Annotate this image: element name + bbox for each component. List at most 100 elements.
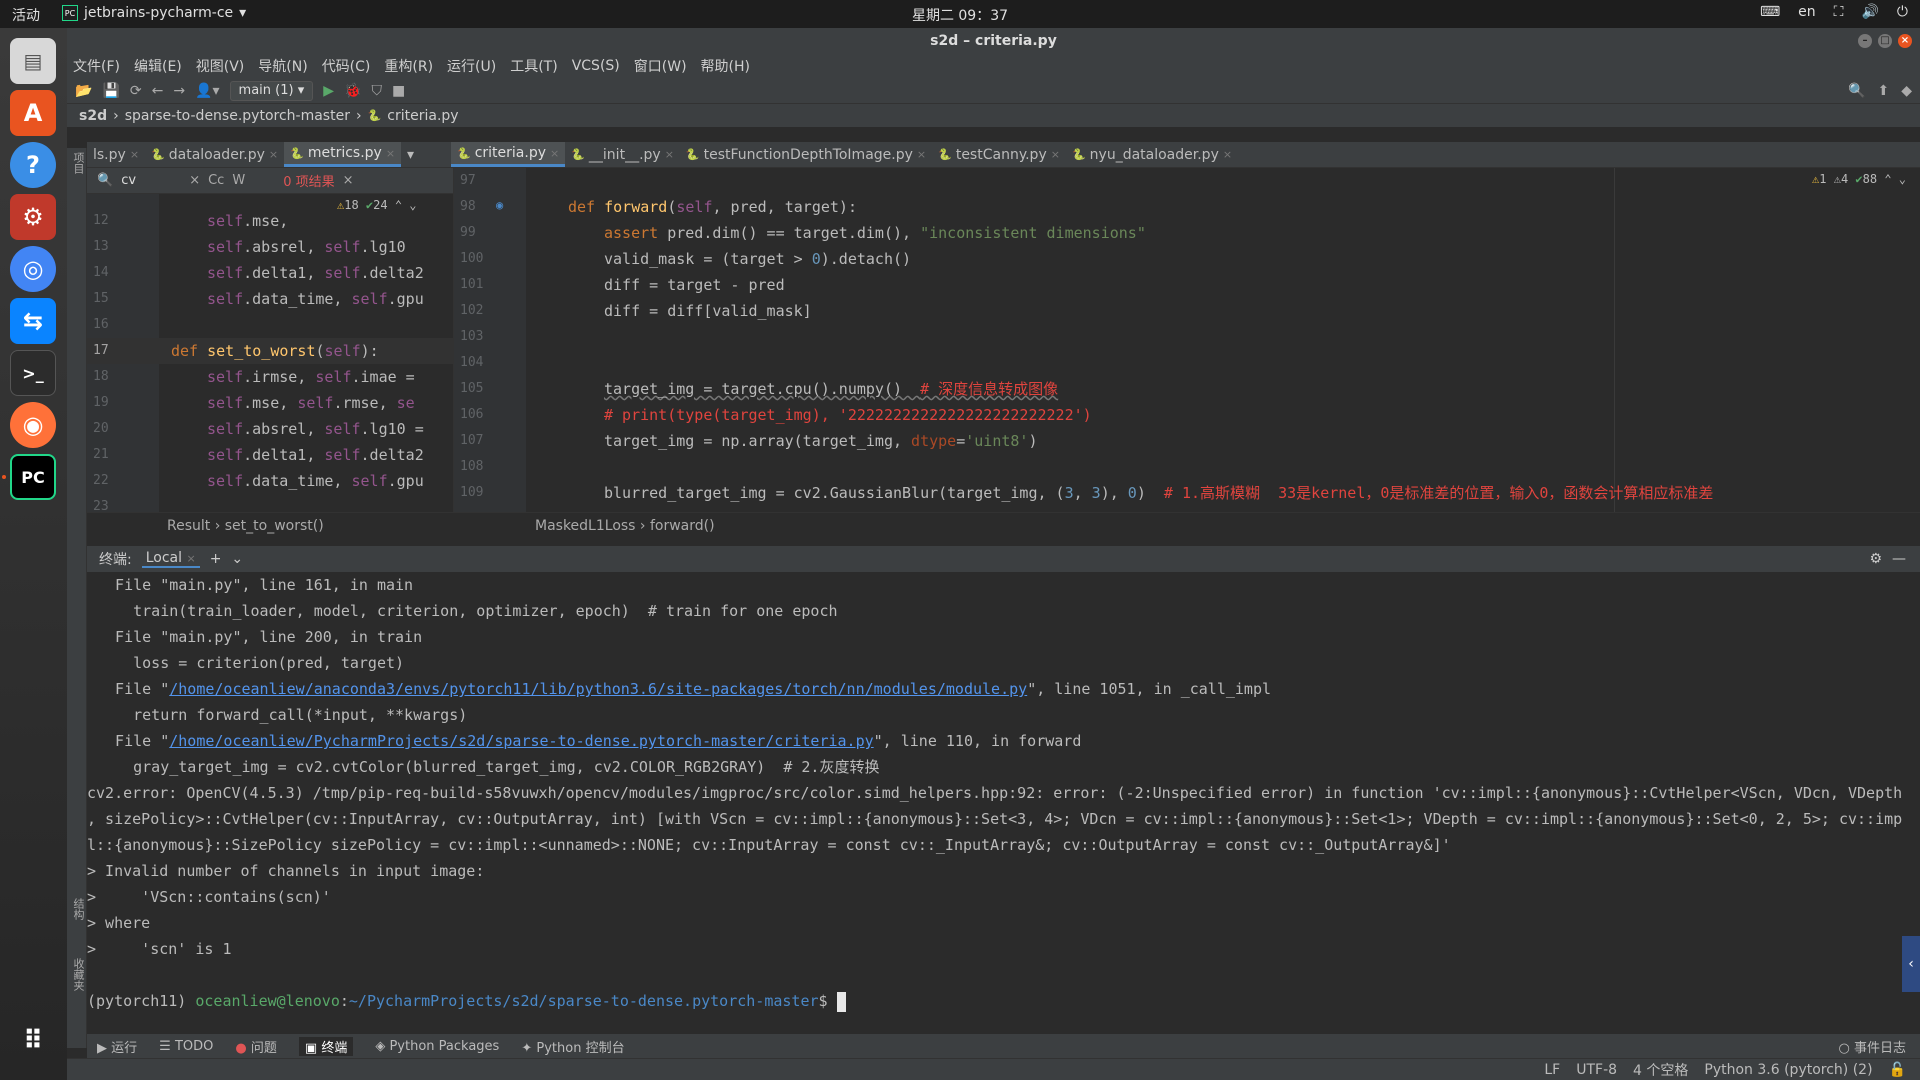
match-case-toggle[interactable]: Cc (208, 173, 224, 188)
coverage-icon[interactable]: ⛉ (371, 83, 382, 99)
close-button[interactable]: × (1898, 34, 1912, 48)
terminal-tab-local[interactable]: Local × (141, 550, 200, 568)
app-menu[interactable]: PC jetbrains-pycharm-ce ▾ (62, 5, 246, 21)
project-tool-label[interactable]: 项目 (70, 152, 86, 174)
clock[interactable]: 星期二 09：37 (0, 5, 1920, 25)
keyboard-icon[interactable]: ⌨ (1760, 4, 1780, 20)
tool-event-log[interactable]: ○ 事件日志 (1839, 1037, 1920, 1056)
tab-testfunctiondepthtoimage-py[interactable]: 🐍 testFunctionDepthToImage.py × (680, 142, 932, 167)
chevron-down-icon[interactable]: ⌄ (231, 551, 243, 567)
collapse-side-panel-icon[interactable]: ‹ (1902, 936, 1920, 992)
tabs-overflow-icon[interactable]: ▾ (401, 142, 420, 167)
save-icon[interactable]: 💾 (102, 83, 119, 99)
menu-refactor[interactable]: 重构(R) (384, 56, 433, 76)
sync-icon[interactable]: ⟳ (130, 83, 142, 99)
run-config-select[interactable]: main (1) ▾ (229, 80, 314, 101)
crumb-method[interactable]: set_to_worst() (225, 518, 324, 534)
tab-dataloader-py[interactable]: 🐍 dataloader.py × (145, 142, 284, 167)
maximize-button[interactable]: □ (1878, 34, 1892, 48)
python-interpreter[interactable]: Python 3.6 (pytorch) (2) (1704, 1062, 1872, 1078)
tool-run[interactable]: ▶ 运行 (97, 1037, 137, 1056)
file-encoding[interactable]: UTF-8 (1576, 1062, 1617, 1078)
breadcrumb-project[interactable]: s2d (79, 108, 107, 124)
gear-icon[interactable]: ⚙ (1869, 551, 1882, 567)
inspection-widget[interactable]: ⚠1 ⚠4 ✔88 ⌃ ⌄ (1812, 172, 1906, 186)
update-icon[interactable]: ⬆ (1877, 83, 1889, 99)
find-input[interactable]: cv (121, 173, 181, 188)
show-apps-icon[interactable]: ⠿ (10, 1018, 56, 1064)
tab-init-py[interactable]: 🐍 __init__.py × (565, 142, 680, 167)
search-icon[interactable]: 🔍 (1848, 83, 1865, 99)
back-icon[interactable]: ← (152, 83, 164, 99)
close-icon[interactable]: × (917, 148, 926, 161)
lock-icon[interactable]: 🔓 (1889, 1062, 1906, 1078)
chromium-icon[interactable]: ◎ (10, 246, 56, 292)
inspection-widget[interactable]: ⚠18 ✔24 ⌃ ⌄ (337, 198, 417, 212)
crumb-method[interactable]: forward() (650, 518, 715, 534)
stop-icon[interactable]: ■ (392, 83, 405, 99)
close-icon[interactable]: × (343, 173, 354, 188)
menu-edit[interactable]: 编辑(E) (134, 56, 182, 76)
favorites-tool-label[interactable]: 收藏夹 (70, 958, 86, 991)
close-icon[interactable]: × (186, 552, 195, 565)
firefox-icon[interactable]: ◉ (10, 402, 56, 448)
jetbrains-icon[interactable]: ◆ (1901, 83, 1912, 99)
menu-file[interactable]: 文件(F) (73, 56, 120, 76)
tab-ls-py[interactable]: ls.py × (87, 142, 145, 167)
crumb-class[interactable]: Result (167, 518, 210, 534)
breadcrumb-file[interactable]: criteria.py (387, 108, 458, 124)
structure-tool-label[interactable]: 结构 (70, 898, 86, 920)
terminal-output[interactable]: File "main.py", line 161, in main train(… (87, 572, 1920, 1022)
left-code-editor[interactable]: ⚠18 ✔24 ⌃ ⌄ 12 self.mse, 13 self.absrel,… (87, 194, 459, 530)
power-icon[interactable]: ⏻ (1897, 4, 1908, 20)
clear-icon[interactable]: × (189, 173, 200, 188)
open-folder-icon[interactable]: 📂 (75, 83, 92, 99)
menu-code[interactable]: 代码(C) (322, 56, 371, 76)
menu-help[interactable]: 帮助(H) (701, 56, 750, 76)
menu-vcs[interactable]: VCS(S) (572, 58, 620, 74)
close-icon[interactable]: × (386, 147, 395, 160)
tool-todo[interactable]: ☰ TODO (159, 1039, 213, 1054)
right-code-editor[interactable]: ⚠1 ⚠4 ✔88 ⌃ ⌄ 97 98 ◉ def forward(self, … (453, 168, 1920, 530)
file-link[interactable]: /home/oceanliew/PycharmProjects/s2d/spar… (169, 732, 873, 750)
debug-icon[interactable]: 🐞 (344, 83, 361, 99)
tab-testcanny-py[interactable]: 🐍 testCanny.py × (932, 142, 1066, 167)
help-icon[interactable]: ? (10, 142, 56, 188)
menu-run[interactable]: 运行(U) (447, 56, 496, 76)
line-separator[interactable]: LF (1544, 1062, 1560, 1078)
forward-icon[interactable]: → (173, 83, 185, 99)
close-icon[interactable]: × (665, 148, 674, 161)
network-icon[interactable]: ⛶ (1834, 4, 1844, 20)
minimize-button[interactable]: – (1858, 34, 1872, 48)
terminal-prompt[interactable]: (pytorch11) oceanliew@lenovo:~/PycharmPr… (87, 988, 846, 1014)
close-icon[interactable]: × (550, 147, 559, 160)
pycharm-icon[interactable]: PC (10, 454, 56, 500)
tool-python-packages[interactable]: ◈ Python Packages (375, 1039, 499, 1054)
crumb-class[interactable]: MaskedL1Loss (535, 518, 635, 534)
software-center-icon[interactable]: A (10, 90, 56, 136)
tab-criteria-py[interactable]: 🐍 criteria.py × (451, 142, 566, 167)
run-icon[interactable]: ▶ (323, 83, 334, 99)
tool-python-console[interactable]: ✦ Python 控制台 (521, 1037, 624, 1056)
settings-icon[interactable]: ⚙ (10, 194, 56, 240)
indent-setting[interactable]: 4 个空格 (1633, 1060, 1688, 1080)
tab-nyu-dataloader-py[interactable]: 🐍 nyu_dataloader.py × (1066, 142, 1238, 167)
menu-navigate[interactable]: 导航(N) (258, 56, 307, 76)
menu-window[interactable]: 窗口(W) (634, 56, 687, 76)
close-icon[interactable]: × (130, 148, 139, 161)
file-manager-icon[interactable]: ▤ (10, 38, 56, 84)
whole-word-toggle[interactable]: W (232, 173, 245, 188)
volume-icon[interactable]: 🔊 (1861, 4, 1878, 20)
teamviewer-icon[interactable]: ⇆ (10, 298, 56, 344)
close-icon[interactable]: × (269, 148, 278, 161)
hide-icon[interactable]: — (1892, 551, 1906, 567)
override-icon[interactable]: ◉ (496, 198, 503, 212)
breadcrumb-folder[interactable]: sparse-to-dense.pytorch-master (125, 108, 350, 124)
menu-view[interactable]: 视图(V) (196, 56, 245, 76)
add-terminal-icon[interactable]: + (210, 551, 222, 567)
user-icon[interactable]: 👤▾ (195, 83, 219, 99)
file-link[interactable]: /home/oceanliew/anaconda3/envs/pytorch11… (169, 680, 1027, 698)
close-icon[interactable]: × (1051, 148, 1060, 161)
terminal-icon[interactable]: >_ (10, 350, 56, 396)
tab-metrics-py[interactable]: 🐍 metrics.py × (284, 142, 402, 167)
